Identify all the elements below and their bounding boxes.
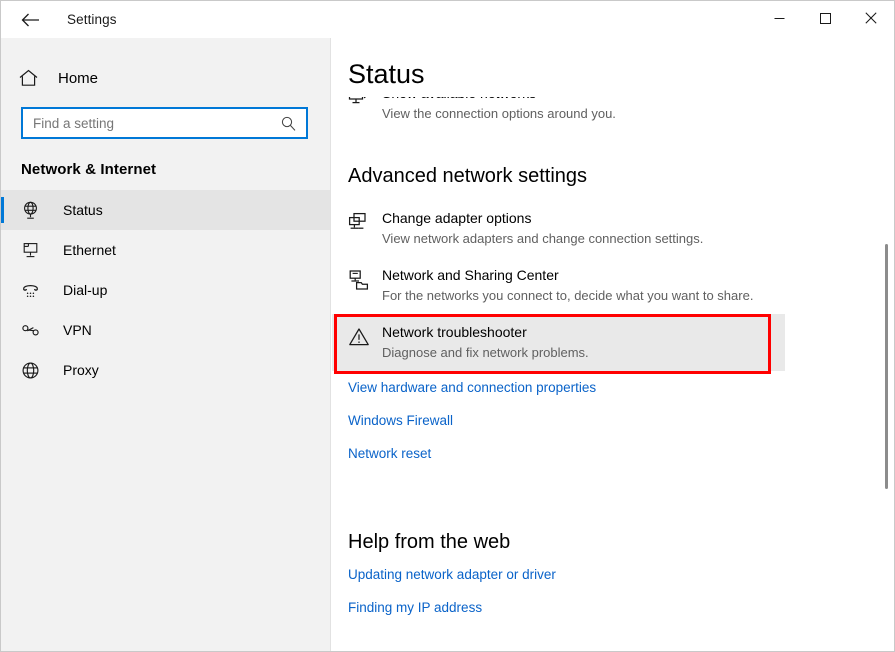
sidebar-item-label: VPN	[63, 322, 92, 338]
link-network-reset[interactable]: Network reset	[348, 445, 431, 463]
link-view-hardware-properties[interactable]: View hardware and connection properties	[348, 379, 596, 397]
sidebar-item-label: Ethernet	[63, 242, 116, 258]
tile-title: Show available networks	[382, 97, 616, 103]
search-input[interactable]	[23, 109, 274, 137]
home-icon	[15, 69, 41, 87]
sidebar-item-proxy[interactable]: Proxy	[1, 350, 330, 390]
sidebar-item-dialup[interactable]: Dial-up	[1, 270, 330, 310]
tile-subtitle: For the networks you connect to, decide …	[382, 288, 754, 303]
help-from-web-heading: Help from the web	[348, 531, 511, 553]
ethernet-icon	[19, 241, 41, 260]
tile-title: Network and Sharing Center	[382, 267, 559, 283]
vpn-key-icon	[19, 321, 41, 340]
link-updating-network-adapter[interactable]: Updating network adapter or driver	[348, 566, 556, 584]
sidebar-category-title: Network & Internet	[21, 161, 157, 178]
sidebar-nav: Status Ethernet Dial-up VPN Proxy	[1, 190, 330, 390]
scrollbar-thumb[interactable]	[885, 244, 888, 489]
adapter-options-icon	[348, 209, 382, 234]
tile-subtitle: Diagnose and fix network problems.	[382, 345, 589, 360]
globe-proxy-icon	[19, 361, 41, 380]
sidebar-item-label: Dial-up	[63, 282, 108, 298]
minimize-icon	[774, 11, 785, 29]
link-finding-my-ip-address[interactable]: Finding my IP address	[348, 599, 482, 617]
sidebar-item-ethernet[interactable]: Ethernet	[1, 230, 330, 270]
close-button[interactable]	[848, 1, 894, 38]
home-label: Home	[58, 69, 99, 87]
content-scroll-area: Show available networks View the connect…	[332, 97, 894, 651]
page-title: Status	[348, 56, 437, 92]
settings-window: Settings Home Find a setting Network & I…	[0, 0, 895, 652]
sidebar-item-label: Proxy	[63, 362, 99, 378]
content-scroll-inner: Show available networks View the connect…	[332, 97, 894, 617]
title-bar: Settings	[1, 1, 894, 38]
tile-show-available-networks[interactable]: Show available networks View the connect…	[332, 97, 794, 132]
maximize-icon	[819, 11, 831, 29]
sidebar: Home Network & Internet	[1, 38, 331, 651]
maximize-button[interactable]	[802, 1, 848, 38]
minimize-button[interactable]	[756, 1, 802, 38]
sharing-center-icon	[348, 266, 382, 291]
tile-network-sharing-center[interactable]: Network and Sharing Center For the netwo…	[332, 257, 794, 314]
window-title: Settings	[67, 12, 117, 27]
tile-title: Change adapter options	[382, 210, 532, 226]
main-content: Status Show available networks	[332, 38, 894, 651]
back-arrow-icon	[21, 13, 40, 27]
available-networks-icon	[348, 97, 382, 109]
tile-network-troubleshooter[interactable]: Network troubleshooter Diagnose and fix …	[332, 314, 785, 371]
sidebar-item-vpn[interactable]: VPN	[1, 310, 330, 350]
link-windows-firewall[interactable]: Windows Firewall	[348, 412, 453, 430]
content-scrollbar[interactable]	[878, 38, 894, 651]
search-box[interactable]	[21, 107, 308, 139]
troubleshooter-wrapper: Network troubleshooter Diagnose and fix …	[332, 314, 894, 374]
tile-subtitle: View network adapters and change connect…	[382, 231, 704, 246]
warning-triangle-icon	[348, 323, 382, 348]
sidebar-item-status[interactable]: Status	[1, 190, 330, 230]
sidebar-item-home[interactable]: Home	[1, 58, 330, 98]
tile-change-adapter-options[interactable]: Change adapter options View network adap…	[332, 200, 794, 257]
dialup-phone-icon	[19, 281, 41, 300]
window-controls	[756, 1, 894, 38]
tile-title: Network troubleshooter	[382, 324, 527, 340]
advanced-network-settings-heading: Advanced network settings	[348, 165, 588, 187]
globe-status-icon	[19, 201, 41, 220]
tile-subtitle: View the connection options around you.	[382, 106, 616, 121]
back-button[interactable]	[9, 4, 51, 36]
close-icon	[865, 11, 877, 29]
sidebar-item-label: Status	[63, 202, 103, 218]
search-icon[interactable]	[274, 116, 306, 131]
